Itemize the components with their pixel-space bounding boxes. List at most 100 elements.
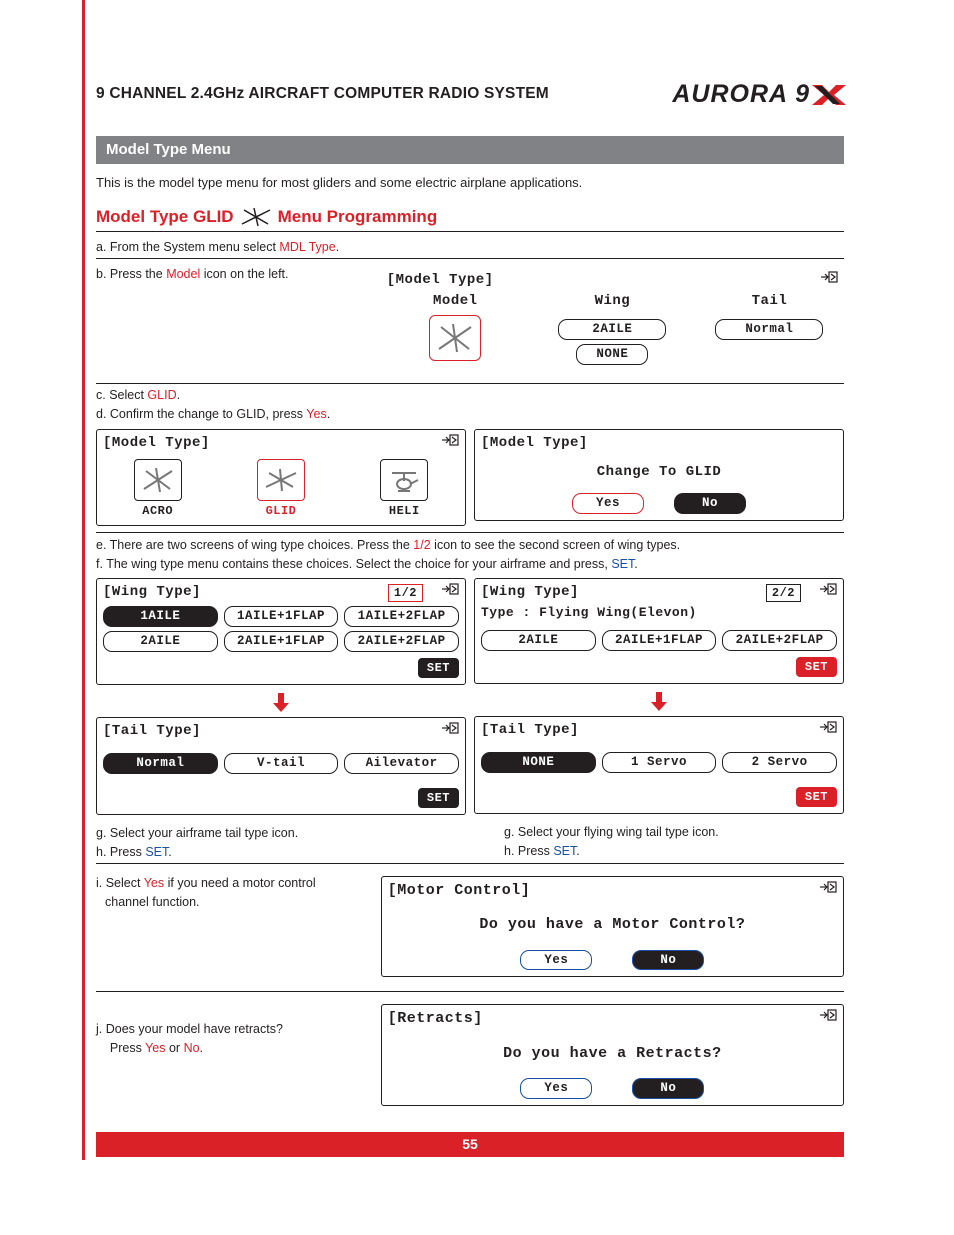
exit-icon[interactable] <box>441 434 459 452</box>
page-indicator[interactable]: 1/2 <box>388 584 423 602</box>
step-a: a. From the System menu select MDL Type. <box>96 236 844 259</box>
red-margin-line <box>82 0 85 1160</box>
tail-opt[interactable]: Ailevator <box>344 753 459 774</box>
yes-button[interactable]: Yes <box>520 1078 592 1099</box>
lcd-wing-type-2: [Wing Type] 2/2 Type : Flying Wing(Elevo… <box>474 578 844 684</box>
yes-button[interactable]: Yes <box>572 493 644 514</box>
step-b: b. Press the Model icon on the left. <box>96 263 373 285</box>
step-g1: g. Select your airframe tail type icon. <box>96 821 466 844</box>
no-button[interactable]: No <box>632 950 704 971</box>
page-number: 55 <box>96 1132 844 1157</box>
tail-opt[interactable]: V-tail <box>224 753 339 774</box>
exit-icon[interactable] <box>820 271 838 289</box>
wing-opt[interactable]: 2AILE <box>103 631 218 652</box>
step-h2: h. Press SET. <box>474 843 844 862</box>
step-g2: g. Select your flying wing tail type ico… <box>474 820 844 843</box>
lcd-change-confirm: [Model Type] Change To GLID Yes No <box>474 429 844 522</box>
step-c: c. Select GLID. <box>96 384 844 406</box>
glid-icon[interactable] <box>257 459 305 501</box>
step-j2: Press Yes or No. <box>96 1040 373 1059</box>
lcd-model-select: [Model Type] ACRO <box>96 429 466 526</box>
model-icon-selected[interactable] <box>429 315 481 361</box>
step-j1: j. Does your model have retracts? <box>96 1018 373 1040</box>
wing-opt[interactable]: 2AILE+2FLAP <box>344 631 459 652</box>
wing-value-2[interactable]: NONE <box>576 344 648 365</box>
lcd-title: [Tail Type] <box>103 722 459 741</box>
step-e: e. There are two screens of wing type ch… <box>96 532 844 556</box>
tail-opt[interactable]: Normal <box>103 753 218 774</box>
lcd-tail-type-1: [Tail Type] Normal V-tail Ailevator SET <box>96 717 466 815</box>
set-button[interactable]: SET <box>418 788 459 808</box>
wing-opt[interactable]: 2AILE+2FLAP <box>722 630 837 651</box>
subhead-left: Model Type GLID <box>96 206 234 229</box>
col-model: Model <box>387 292 524 311</box>
lcd-title: [Model Type] <box>481 434 837 453</box>
arrow-down-icon <box>474 690 844 712</box>
lcd-model-type-overview: [Model Type] Model Wing <box>381 267 844 371</box>
no-button[interactable]: No <box>632 1078 704 1099</box>
tail-opt[interactable]: 1 Servo <box>602 752 717 773</box>
page-header: 9 CHANNEL 2.4GHz AIRCRAFT COMPUTER RADIO… <box>96 78 844 112</box>
page-footer: 55 <box>96 1132 844 1157</box>
motor-question: Do you have a Motor Control? <box>388 915 837 935</box>
wing-value-1[interactable]: 2AILE <box>558 319 666 340</box>
wing2-subtitle: Type : Flying Wing(Elevon) <box>481 604 837 622</box>
arrow-down-icon <box>96 691 466 713</box>
step-i: i. Select Yes if you need a motor contro… <box>96 872 373 894</box>
exit-icon[interactable] <box>819 881 837 899</box>
acro-icon[interactable] <box>134 459 182 501</box>
intro-text: This is the model type menu for most gli… <box>96 174 844 192</box>
wing-opt[interactable]: 2AILE+1FLAP <box>224 631 339 652</box>
heli-label: HELI <box>380 503 428 519</box>
acro-label: ACRO <box>134 503 182 519</box>
header-title: 9 CHANNEL 2.4GHz AIRCRAFT COMPUTER RADIO… <box>96 84 549 105</box>
lcd-title: [Motor Control] <box>388 881 837 901</box>
yes-button[interactable]: Yes <box>520 950 592 971</box>
step-f: f. The wing type menu contains these cho… <box>96 556 844 575</box>
glid-label: GLID <box>257 503 305 519</box>
subhead-right: Menu Programming <box>278 206 438 229</box>
set-button[interactable]: SET <box>418 658 459 678</box>
heli-icon[interactable] <box>380 459 428 501</box>
wing-opt[interactable]: 2AILE+1FLAP <box>602 630 717 651</box>
lcd-title: [Model Type] <box>103 434 459 453</box>
wing-opt[interactable]: 1AILE <box>103 606 218 627</box>
lcd-title: [Wing Type] <box>103 583 201 602</box>
set-button[interactable]: SET <box>796 657 837 677</box>
subheading: Model Type GLID Menu Programming <box>96 206 844 233</box>
brand-logo: AURORA 9 <box>672 78 844 112</box>
lcd-title: [Retracts] <box>388 1009 837 1029</box>
logo-text: AURORA 9 <box>672 78 810 112</box>
lcd-title: [Wing Type] <box>481 583 579 602</box>
tail-opt[interactable]: 2 Servo <box>722 752 837 773</box>
col-wing: Wing <box>595 292 631 311</box>
col-tail: Tail <box>752 292 788 311</box>
exit-icon[interactable] <box>819 1009 837 1027</box>
set-button[interactable]: SET <box>796 787 837 807</box>
retracts-question: Do you have a Retracts? <box>388 1044 837 1064</box>
wing-opt[interactable]: 1AILE+1FLAP <box>224 606 339 627</box>
lcd-title: [Model Type] <box>387 271 838 290</box>
lcd-retracts: [Retracts] Do you have a Retracts? Yes N… <box>381 1004 844 1105</box>
step-h1: h. Press SET. <box>96 844 466 863</box>
wing-opt[interactable]: 1AILE+2FLAP <box>344 606 459 627</box>
change-to-text: Change To GLID <box>481 463 837 482</box>
exit-icon[interactable] <box>819 721 837 739</box>
exit-icon[interactable] <box>441 722 459 740</box>
tail-value[interactable]: Normal <box>715 319 823 340</box>
exit-icon[interactable] <box>441 583 459 601</box>
lcd-tail-type-2: [Tail Type] NONE 1 Servo 2 Servo SET <box>474 716 844 814</box>
exit-icon[interactable] <box>819 583 837 601</box>
glider-icon <box>240 206 272 228</box>
no-button[interactable]: No <box>674 493 746 514</box>
lcd-motor-control: [Motor Control] Do you have a Motor Cont… <box>381 876 844 977</box>
lcd-wing-type-1: [Wing Type] 1/2 1AILE 1AILE+1FLAP 1AILE+… <box>96 578 466 685</box>
tail-opt[interactable]: NONE <box>481 752 596 773</box>
section-title-bar: Model Type Menu <box>96 136 844 164</box>
logo-x-icon <box>812 83 844 107</box>
page-indicator[interactable]: 2/2 <box>766 584 801 602</box>
lcd-title: [Tail Type] <box>481 721 837 740</box>
wing-opt[interactable]: 2AILE <box>481 630 596 651</box>
step-d: d. Confirm the change to GLID, press Yes… <box>96 406 844 425</box>
step-i-line2: channel function. <box>96 894 373 913</box>
